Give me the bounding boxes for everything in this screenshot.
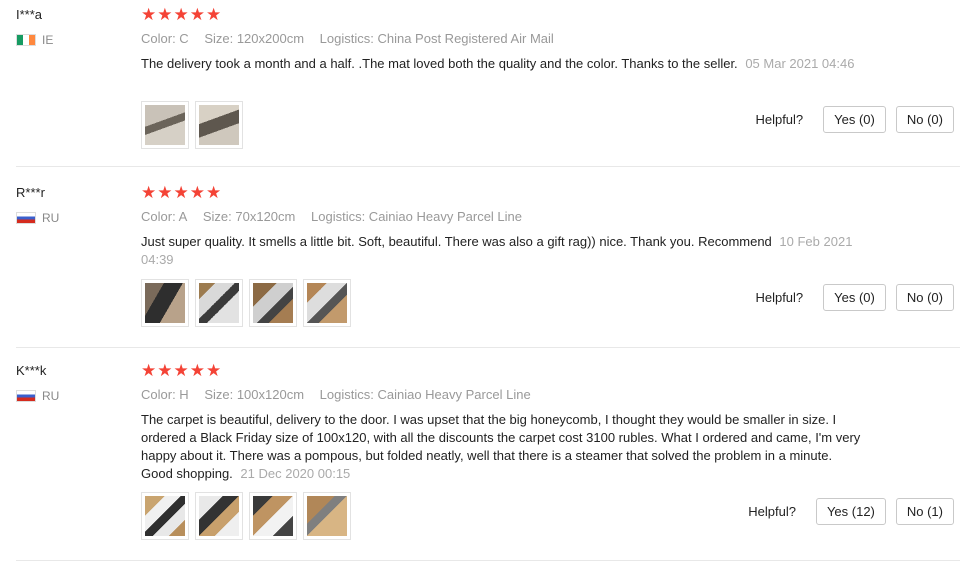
size-option: Size: 70x120cm [202,209,296,224]
review-photo-thumbnail[interactable] [141,279,189,327]
review-date: 21 Dec 2020 00:15 [240,466,351,481]
size-option: Size: 100x120cm [204,387,305,402]
helpful-label: Helpful? [755,290,804,305]
helpful-no-button[interactable]: No (1) [895,498,954,525]
review-text: The carpet is beautiful, delivery to the… [141,411,861,483]
russia-flag-icon [16,390,36,402]
country-code: RU [42,211,60,225]
review-text: Just super quality. It smells a little b… [141,233,861,269]
helpful-no-button[interactable]: No (0) [895,284,954,311]
color-option: Color: H [141,387,189,402]
review-photo-thumbnail[interactable] [195,101,243,149]
reviewer-country: RU [16,211,59,225]
ireland-flag-icon [16,34,36,46]
review-photo-thumbnail[interactable] [141,492,189,540]
helpful-label: Helpful? [755,112,804,127]
review-content: The delivery took a month and a half. .T… [141,56,738,71]
review-photos [141,492,351,540]
country-code: IE [42,33,54,47]
russia-flag-icon [16,212,36,224]
review-divider [16,166,960,167]
review-divider [16,560,960,561]
reviewer-country: RU [16,389,59,403]
review-photos [141,279,351,327]
color-option: Color: A [141,209,188,224]
review-meta: Color: C Size: 120x200cm Logistics: Chin… [141,31,566,46]
star-rating: ★★★★★ [141,361,223,380]
star-rating: ★★★★★ [141,183,223,202]
review-photos [141,101,243,149]
helpful-label: Helpful? [748,504,796,519]
review-photo-thumbnail[interactable] [195,279,243,327]
reviewer-name: K***k [16,363,47,378]
helpful-section: Helpful? Yes (0) No (0) [755,284,954,311]
helpful-section: Helpful? Yes (0) No (0) [755,106,954,133]
helpful-yes-button[interactable]: Yes (12) [815,498,886,525]
star-rating: ★★★★★ [141,5,223,24]
review-divider [16,347,960,348]
review-content: Just super quality. It smells a little b… [141,234,772,249]
logistics-option: Logistics: Cainiao Heavy Parcel Line [311,209,522,224]
review-photo-thumbnail[interactable] [249,492,297,540]
helpful-yes-button[interactable]: Yes (0) [823,106,886,133]
review-meta: Color: H Size: 100x120cm Logistics: Cain… [141,387,543,402]
review-photo-thumbnail[interactable] [249,279,297,327]
review-photo-thumbnail[interactable] [303,492,351,540]
logistics-option: Logistics: China Post Registered Air Mai… [319,31,554,46]
logistics-option: Logistics: Cainiao Heavy Parcel Line [319,387,531,402]
size-option: Size: 120x200cm [204,31,305,46]
country-code: RU [42,389,60,403]
reviewer-country: IE [16,33,53,47]
review-text: The delivery took a month and a half. .T… [141,55,861,73]
review-date: 05 Mar 2021 04:46 [745,56,855,71]
review-photo-thumbnail[interactable] [141,101,189,149]
review-photo-thumbnail[interactable] [195,492,243,540]
helpful-yes-button[interactable]: Yes (0) [823,284,886,311]
helpful-no-button[interactable]: No (0) [895,106,954,133]
reviewer-name: I***a [16,7,43,22]
review-meta: Color: A Size: 70x120cm Logistics: Caini… [141,209,534,224]
review-photo-thumbnail[interactable] [303,279,351,327]
helpful-section: Helpful? Yes (12) No (1) [748,498,954,525]
reviewer-name: R***r [16,185,45,200]
color-option: Color: C [141,31,189,46]
